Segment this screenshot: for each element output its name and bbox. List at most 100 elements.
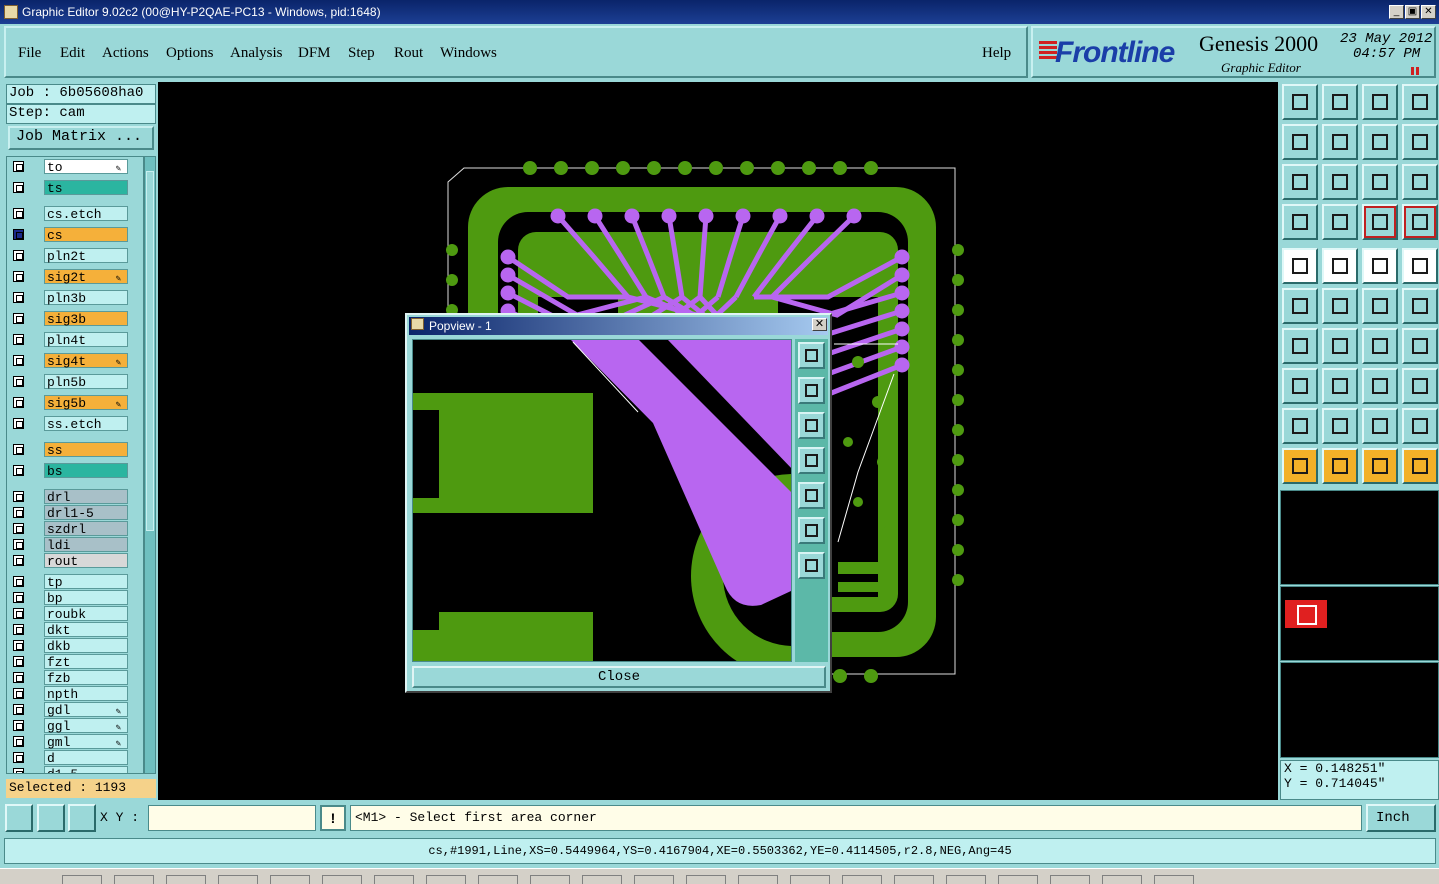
layer-checkbox[interactable]	[13, 313, 24, 324]
taskbar-button[interactable]	[1050, 875, 1090, 884]
select-icon[interactable]	[1282, 448, 1318, 484]
layer-row-szdrl[interactable]: szdrl	[7, 521, 143, 537]
home-icon[interactable]	[1362, 84, 1398, 120]
circle-icon[interactable]	[1402, 248, 1438, 284]
layer-scrollbar[interactable]	[144, 156, 156, 774]
taskbar-button[interactable]	[426, 875, 466, 884]
popview-pan-right-icon[interactable]	[798, 482, 825, 509]
popview-zoom-icon[interactable]	[798, 342, 825, 369]
layer-row-ldi[interactable]: ldi	[7, 537, 143, 553]
layer-row-d[interactable]: d	[7, 750, 143, 766]
pan-up-icon[interactable]	[1282, 84, 1318, 120]
layer-checkbox[interactable]	[13, 376, 24, 387]
maximize-button[interactable]: ▣	[1405, 5, 1420, 19]
layer-row-sig2t[interactable]: sig2t ✎	[7, 269, 143, 285]
layer-checkbox[interactable]	[13, 507, 24, 518]
layer-row-ggl[interactable]: ggl ✎	[7, 718, 143, 734]
layer-checkbox[interactable]	[13, 491, 24, 502]
move-line-icon[interactable]	[1402, 288, 1438, 324]
layer-row-tp[interactable]: tp	[7, 574, 143, 590]
layer-name[interactable]: pln4t	[44, 332, 128, 348]
select-box-icon[interactable]	[1322, 448, 1358, 484]
layer-checkbox[interactable]	[13, 444, 24, 455]
layer-name[interactable]: roubk	[44, 606, 128, 622]
taskbar-button[interactable]	[478, 875, 518, 884]
taskbar-button[interactable]	[582, 875, 622, 884]
layer-name[interactable]: pln3b	[44, 290, 128, 306]
layer-checkbox[interactable]	[13, 592, 24, 603]
layer-name[interactable]: ts	[44, 180, 128, 196]
layer-row-pln4t[interactable]: pln4t	[7, 332, 143, 348]
popview-canvas[interactable]	[412, 339, 792, 662]
taskbar-button[interactable]	[374, 875, 414, 884]
pause-icon[interactable]	[1411, 67, 1419, 75]
layer-name[interactable]: drl	[44, 489, 128, 505]
layer-name[interactable]: bp	[44, 590, 128, 606]
menu-windows[interactable]: Windows	[440, 45, 497, 62]
layer-checkbox[interactable]	[13, 208, 24, 219]
layer-checkbox[interactable]	[13, 334, 24, 345]
layer-checkbox[interactable]	[13, 720, 24, 731]
layer-name[interactable]: gml ✎	[44, 734, 128, 750]
layer-name[interactable]: dkb	[44, 638, 128, 654]
add-line-icon[interactable]	[1362, 288, 1398, 324]
layer-checkbox[interactable]	[13, 418, 24, 429]
layer-name[interactable]: ggl ✎	[44, 718, 128, 734]
menu-help[interactable]: Help	[982, 45, 1011, 62]
layer-checkbox[interactable]	[13, 465, 24, 476]
peak-select-icon[interactable]	[1362, 408, 1398, 444]
help-icon[interactable]	[1402, 164, 1438, 200]
layer-checkbox[interactable]	[13, 355, 24, 366]
layer-name[interactable]: fzt	[44, 654, 128, 670]
measure-icon[interactable]	[37, 804, 65, 832]
arc-icon[interactable]	[1282, 328, 1318, 364]
layer-name[interactable]: ldi	[44, 537, 128, 553]
layer-checkbox[interactable]	[13, 688, 24, 699]
layer-checkbox[interactable]	[13, 656, 24, 667]
layer-row-pln2t[interactable]: pln2t	[7, 248, 143, 264]
layer-name[interactable]: gdl ✎	[44, 702, 128, 718]
taskbar-button[interactable]	[218, 875, 258, 884]
menu-edit[interactable]: Edit	[60, 45, 85, 62]
layer-name[interactable]: sig2t ✎	[44, 269, 128, 285]
xy-input[interactable]	[148, 805, 316, 831]
snap-icon[interactable]	[5, 804, 33, 832]
layer-checkbox[interactable]	[13, 397, 24, 408]
layer-checkbox[interactable]	[13, 624, 24, 635]
alert-button[interactable]: !	[320, 805, 346, 831]
taskbar-button[interactable]	[738, 875, 778, 884]
menu-rout[interactable]: Rout	[394, 45, 423, 62]
taskbar-button[interactable]	[634, 875, 674, 884]
layer-name[interactable]: d	[44, 750, 128, 766]
taskbar-button[interactable]	[270, 875, 310, 884]
line-h-icon[interactable]	[1322, 368, 1358, 404]
taskbar-button[interactable]	[114, 875, 154, 884]
menu-step[interactable]: Step	[348, 45, 375, 62]
layer-name[interactable]: ss	[44, 442, 128, 458]
layer-name[interactable]: pln2t	[44, 248, 128, 264]
layer-row-sig4t[interactable]: sig4t ✎	[7, 353, 143, 369]
taskbar-button[interactable]	[686, 875, 726, 884]
layer-row-sig5b[interactable]: sig5b ✎	[7, 395, 143, 411]
redraw-icon[interactable]	[1362, 124, 1398, 160]
units-selector[interactable]: Inch	[1366, 804, 1436, 832]
taskbar-button[interactable]	[1154, 875, 1194, 884]
peak-icon[interactable]	[1322, 408, 1358, 444]
layer-row-dkb[interactable]: dkb	[7, 638, 143, 654]
layer-row-rout[interactable]: rout	[7, 553, 143, 569]
dfm-a-icon[interactable]	[1362, 204, 1398, 240]
snake-icon[interactable]	[1402, 124, 1438, 160]
layer-row-bs[interactable]: bs	[7, 463, 143, 479]
layer-name[interactable]: cs	[44, 227, 128, 243]
layer-checkbox[interactable]	[13, 704, 24, 715]
layer-checkbox[interactable]	[13, 608, 24, 619]
dfm-b-icon[interactable]	[1402, 204, 1438, 240]
layer-row-to[interactable]: to ✎	[7, 159, 143, 175]
popview-pan-down-icon[interactable]	[798, 412, 825, 439]
layer-row-cs.etch[interactable]: cs.etch	[7, 206, 143, 222]
layer-row-ss[interactable]: ss	[7, 442, 143, 458]
taskbar-button[interactable]	[322, 875, 362, 884]
pan-left-icon[interactable]	[1282, 124, 1318, 160]
layer-name[interactable]: sig4t ✎	[44, 353, 128, 369]
layer-checkbox[interactable]	[13, 523, 24, 534]
